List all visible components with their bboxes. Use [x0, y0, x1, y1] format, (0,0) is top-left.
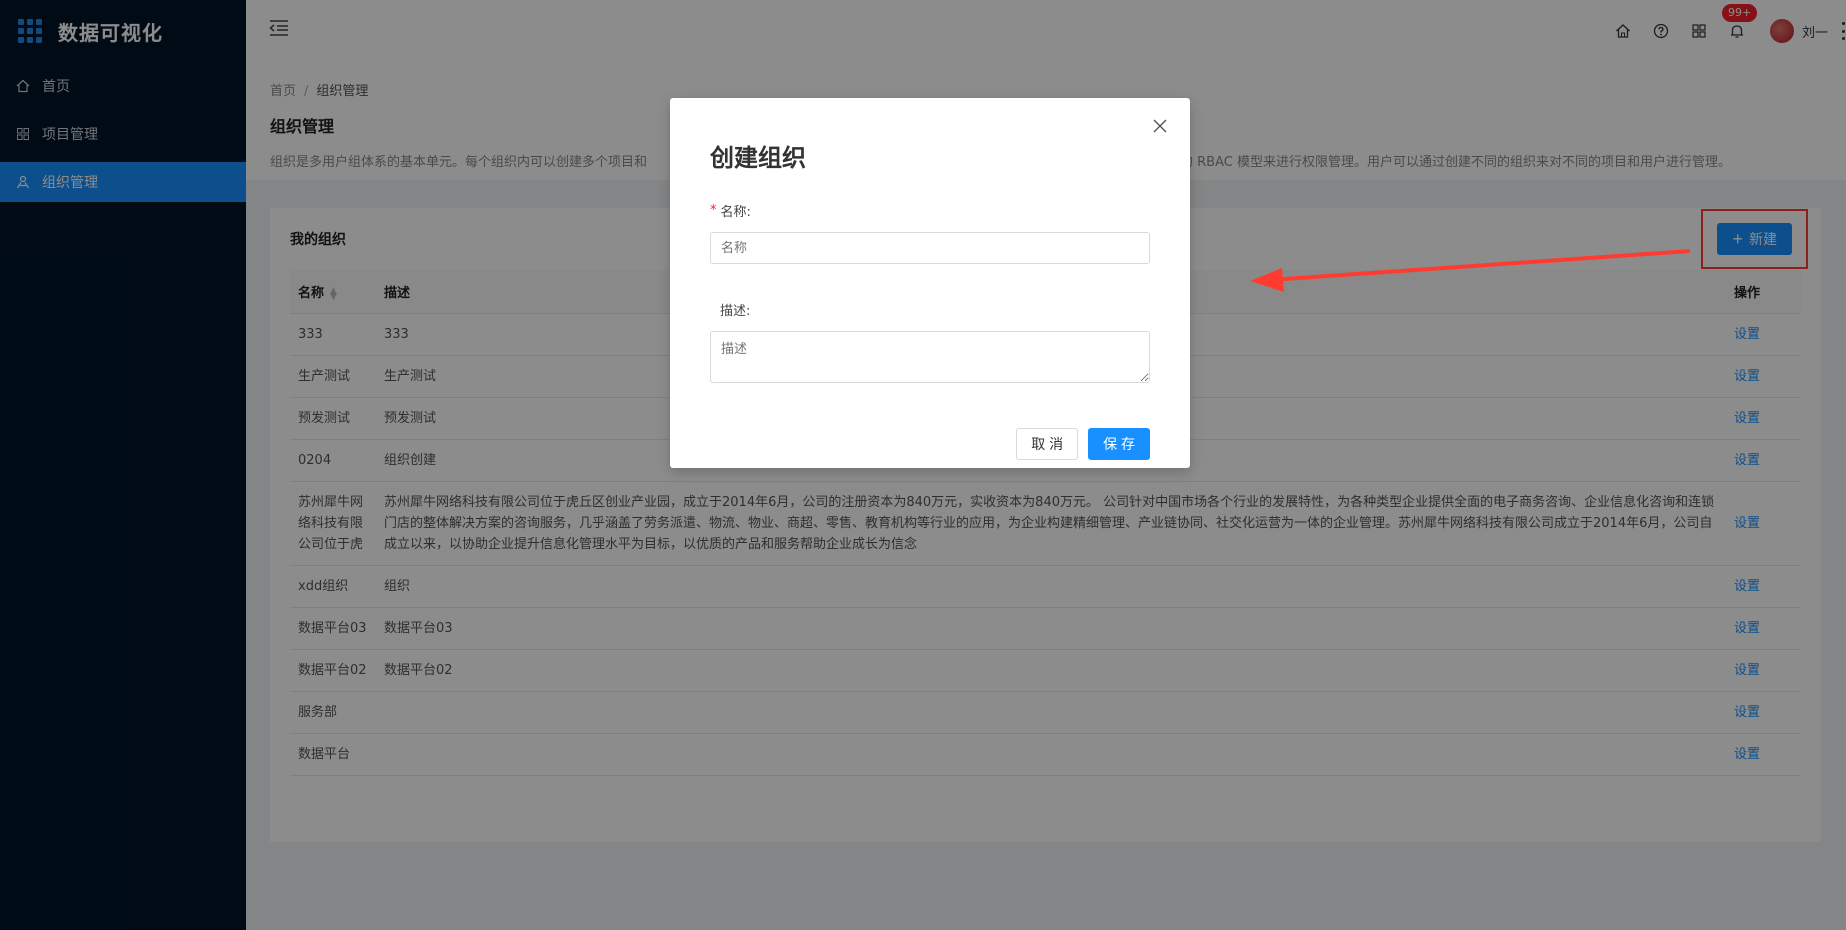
name-label: * 名称:: [710, 203, 751, 220]
name-field: * 名称:: [710, 201, 1150, 264]
required-mark: *: [710, 203, 717, 218]
desc-textarea[interactable]: [710, 331, 1150, 383]
save-button[interactable]: 保 存: [1088, 428, 1150, 460]
desc-label: 描述:: [720, 304, 751, 319]
desc-field: 描述:: [710, 300, 1150, 387]
create-org-modal: 创建组织 *名称: 描述: 取 消 保 存: [670, 98, 1190, 468]
modal-title: 创建组织: [710, 144, 806, 172]
modal-footer: 取 消 保 存: [1016, 428, 1150, 460]
name-input[interactable]: [710, 232, 1150, 264]
close-icon[interactable]: [1150, 116, 1170, 136]
cancel-button[interactable]: 取 消: [1016, 428, 1079, 460]
